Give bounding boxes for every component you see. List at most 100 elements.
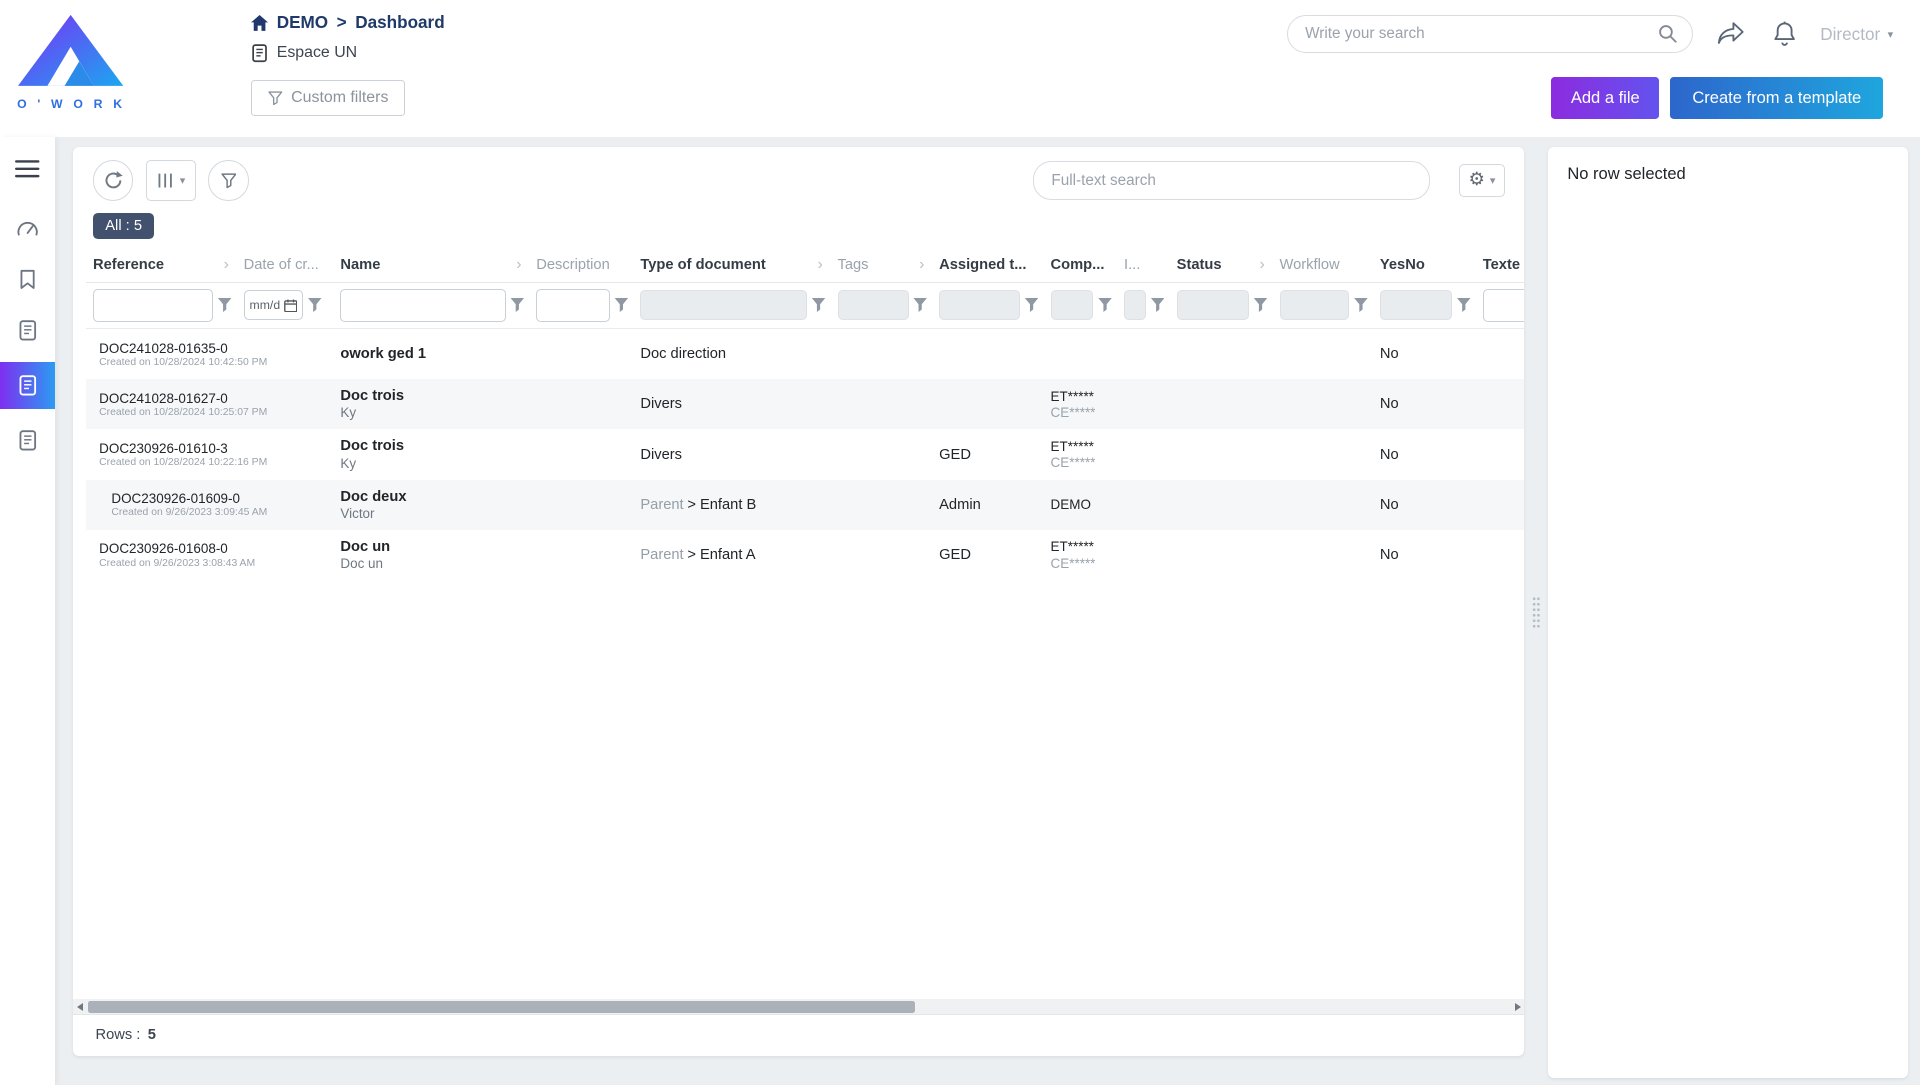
column-header-description[interactable]: Description: [529, 257, 633, 273]
document-reference[interactable]: DOC241028-01627-0: [99, 391, 267, 406]
document-type: > Enfant A: [687, 547, 755, 563]
search-icon[interactable]: [1658, 24, 1678, 44]
created-date: Created on 10/28/2024 10:25:07 PM: [99, 407, 267, 418]
app-header: O ' W O R K DEMO > Dashboard Espace UN: [0, 0, 1920, 137]
sidebar-item-archives[interactable]: [0, 421, 55, 460]
assigned-team: GED: [932, 447, 1043, 463]
document-reference[interactable]: DOC230926-01610-3: [99, 441, 267, 456]
sort-chevron-icon: ›: [919, 256, 924, 274]
filter-disabled-company: [1051, 290, 1094, 320]
bell-icon: [1773, 21, 1796, 47]
column-header-reference[interactable]: Reference›: [86, 256, 237, 274]
sidebar-item-bookmarks[interactable]: [0, 260, 55, 299]
table-row[interactable]: PDF DOC241028-01627-0 Created on 10/28/2…: [86, 379, 1525, 429]
sidebar: [0, 137, 55, 1085]
filter-funnel-icon[interactable]: [1151, 298, 1164, 313]
table-row[interactable]: PDF DOC230926-01608-0 Created on 9/26/20…: [86, 530, 1525, 580]
detail-panel: No row selected: [1548, 147, 1908, 1078]
filter-disabled-type: [640, 290, 807, 320]
columns-icon: [156, 172, 174, 189]
filter-funnel-icon[interactable]: [218, 298, 231, 313]
sidebar-item-documents[interactable]: [0, 311, 55, 350]
notifications-button[interactable]: [1770, 19, 1798, 50]
column-header-texte[interactable]: Texte: [1475, 257, 1524, 273]
refresh-button[interactable]: [93, 160, 133, 200]
scrollbar-thumb[interactable]: [88, 1001, 915, 1013]
filter-funnel-icon[interactable]: [812, 298, 825, 313]
sidebar-item-dashboard[interactable]: [0, 208, 55, 247]
create-from-template-button[interactable]: Create from a template: [1670, 77, 1883, 119]
filter-row: mm/d: [86, 283, 1525, 329]
document-reference[interactable]: DOC241028-01635-0: [99, 341, 267, 356]
column-header-name[interactable]: Name›: [333, 256, 529, 274]
scroll-left-arrow-icon[interactable]: [77, 1003, 83, 1011]
column-header-yesno[interactable]: YesNo: [1373, 257, 1476, 273]
user-role-label: Director: [1820, 24, 1880, 45]
filter-funnel-icon[interactable]: [1098, 298, 1111, 313]
filter-funnel-icon[interactable]: [1457, 298, 1470, 313]
filter-disabled-workflow: [1280, 290, 1350, 320]
company-line2: CE*****: [1051, 455, 1110, 470]
breadcrumb-root[interactable]: DEMO: [277, 12, 328, 33]
column-header-date[interactable]: Date of cr...: [236, 257, 333, 273]
scroll-right-arrow-icon[interactable]: [1515, 1003, 1521, 1011]
columns-visibility-button[interactable]: ▾: [146, 160, 196, 200]
settings-gear-icon: ⚙: [1468, 171, 1484, 189]
filter-button[interactable]: [208, 160, 248, 200]
user-menu[interactable]: Director ▾: [1820, 24, 1898, 45]
tab-all-count[interactable]: All : 5: [93, 213, 154, 239]
document-name: Doc trois: [340, 438, 521, 454]
app-logo[interactable]: O ' W O R K: [17, 10, 125, 111]
table-settings-button[interactable]: ⚙ ▾: [1459, 164, 1505, 197]
filter-funnel-icon[interactable]: [1354, 298, 1367, 313]
filter-input-reference[interactable]: [93, 289, 213, 322]
panel-resize-handle[interactable]: [1532, 596, 1541, 628]
menu-toggle-button[interactable]: [0, 149, 55, 188]
company-line1: ET*****: [1051, 439, 1110, 454]
breadcrumb-current[interactable]: Dashboard: [355, 12, 444, 33]
column-header-assigned[interactable]: Assigned t...: [932, 257, 1043, 273]
table-row[interactable]: PDF DOC230926-01610-3 Created on 10/28/2…: [86, 429, 1525, 479]
journal-icon: [251, 44, 268, 62]
sort-chevron-icon: ›: [516, 256, 521, 274]
column-header-company[interactable]: Comp...: [1043, 257, 1116, 273]
global-search-input[interactable]: [1288, 25, 1658, 43]
journal-icon: [18, 320, 38, 341]
filter-funnel-icon[interactable]: [511, 298, 524, 313]
filter-funnel-icon[interactable]: [1254, 298, 1267, 313]
filter-funnel-icon[interactable]: [1025, 298, 1038, 313]
document-type: Divers: [640, 396, 682, 412]
home-icon[interactable]: [251, 15, 268, 31]
column-header-type[interactable]: Type of document›: [633, 256, 830, 274]
table-row[interactable]: PDF DOC241028-01635-0 Created on 10/28/2…: [86, 329, 1525, 379]
table-row[interactable]: DOC230926-01609-0 Created on 9/26/2023 3…: [86, 480, 1525, 530]
chevron-down-icon: ▾: [180, 174, 186, 187]
column-header-tags[interactable]: Tags›: [830, 256, 932, 274]
filter-disabled-yesno: [1380, 290, 1452, 320]
horizontal-scrollbar[interactable]: [73, 999, 1524, 1014]
filter-funnel-icon[interactable]: [615, 298, 628, 313]
document-reference[interactable]: DOC230926-01609-0: [111, 491, 267, 506]
filter-input-texte[interactable]: [1483, 289, 1525, 322]
column-header-i[interactable]: I...: [1117, 257, 1170, 273]
custom-filters-button[interactable]: Custom filters: [251, 80, 405, 116]
filter-funnel-icon[interactable]: [308, 298, 321, 313]
filter-input-description[interactable]: [536, 289, 609, 322]
document-reference[interactable]: DOC230926-01608-0: [99, 541, 255, 556]
add-file-button[interactable]: Add a file: [1551, 77, 1659, 119]
chevron-down-icon: ▾: [1490, 174, 1496, 187]
no-row-selected-message: No row selected: [1567, 164, 1888, 184]
filter-funnel-icon[interactable]: [913, 298, 926, 313]
fulltext-search-input[interactable]: [1034, 172, 1428, 190]
table-toolbar: ▾ ⚙ ▾: [73, 147, 1524, 211]
fulltext-search: [1033, 161, 1429, 200]
sidebar-item-ged-active[interactable]: [0, 362, 55, 409]
filter-funnel-icon: [268, 91, 283, 106]
column-header-workflow[interactable]: Workflow: [1272, 257, 1372, 273]
document-type: Divers: [640, 447, 682, 463]
filter-date-input[interactable]: mm/d: [244, 290, 304, 320]
share-button[interactable]: [1715, 20, 1748, 48]
filter-input-name[interactable]: [340, 289, 505, 322]
hamburger-icon: [15, 159, 39, 179]
column-header-status[interactable]: Status›: [1169, 256, 1272, 274]
